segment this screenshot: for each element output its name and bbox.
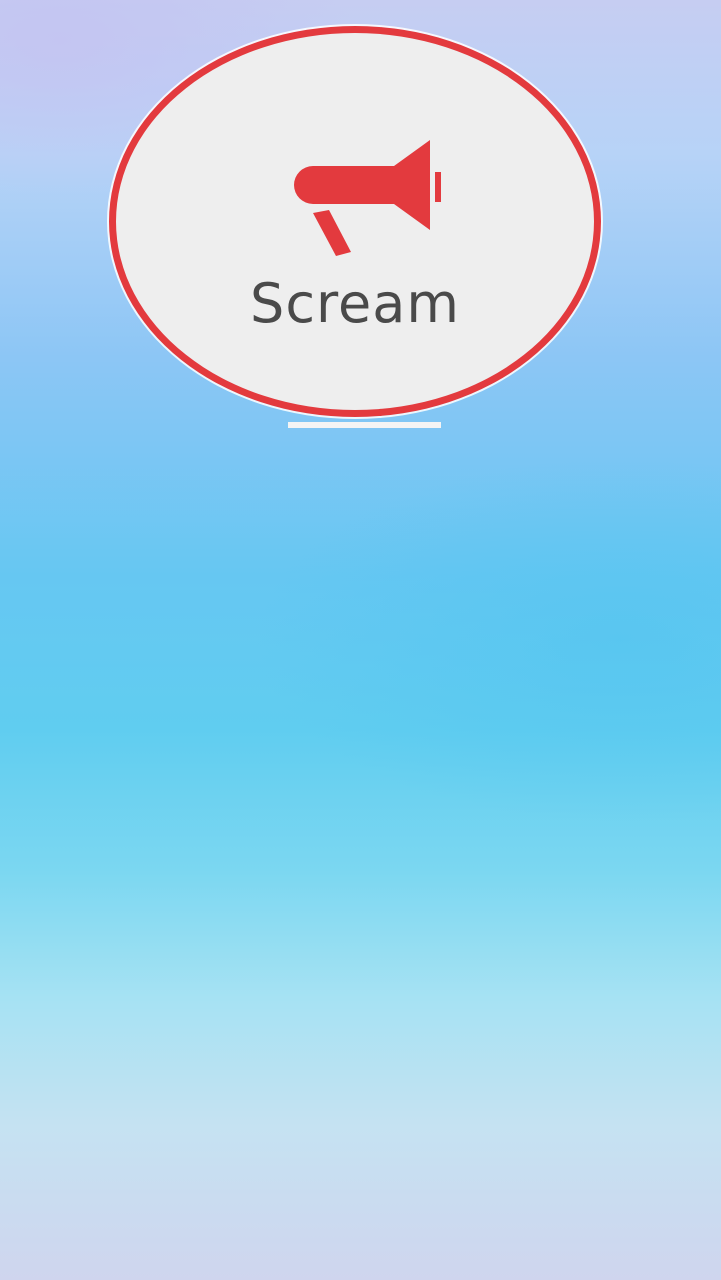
scream-button[interactable]: Scream: [109, 26, 601, 417]
app-screen: Scream: [0, 0, 721, 1280]
scream-label: Scream: [250, 272, 460, 335]
megaphone-icon: [294, 140, 441, 256]
button-shadow-strip: [288, 422, 441, 428]
